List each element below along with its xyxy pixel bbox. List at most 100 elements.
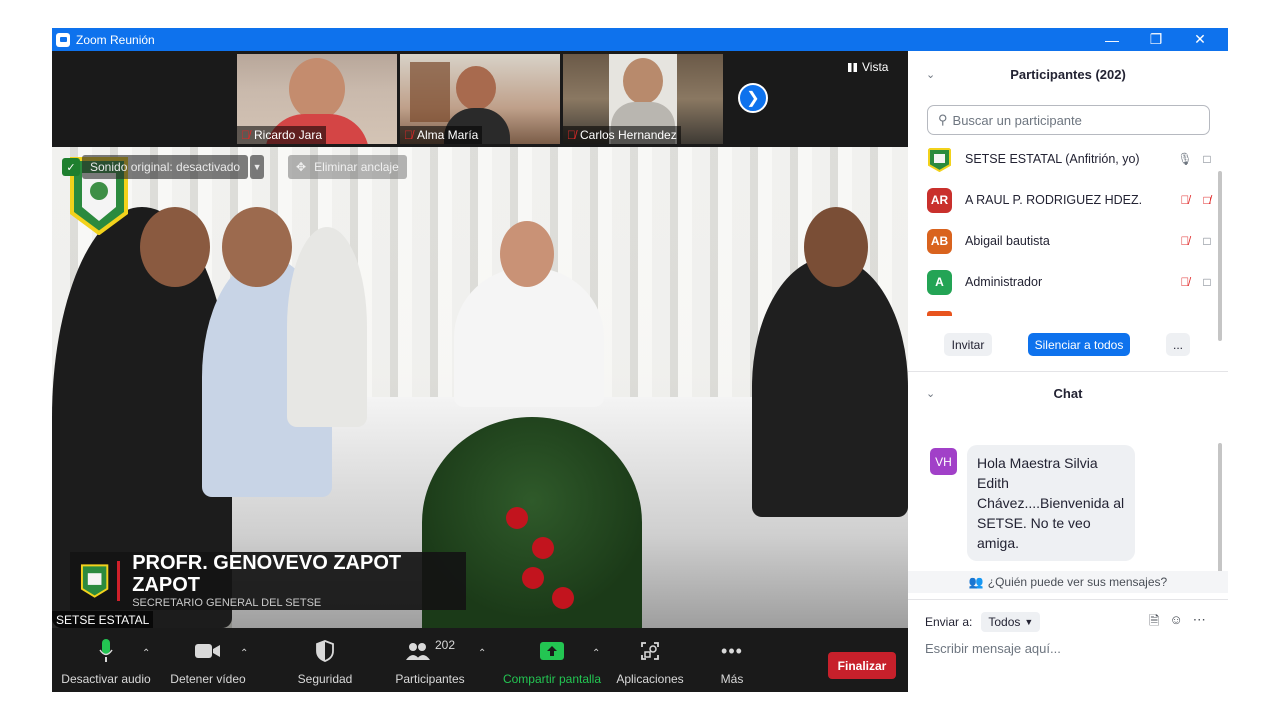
speaker-full-name: PROFR. GENOVEVO ZAPOT ZAPOT xyxy=(132,552,402,596)
restore-button[interactable]: ❐ xyxy=(1134,28,1178,51)
meeting-toolbar: Desactivar audio ⌃ Detener vídeo ⌃ Segur… xyxy=(52,628,908,692)
security-button[interactable]: Seguridad xyxy=(288,628,362,692)
emoji-icon[interactable]: ☺ xyxy=(1169,612,1182,634)
title-bar: Zoom Reunión — ❐ ✕ xyxy=(52,28,1228,51)
more-dots-icon[interactable]: ⋯ xyxy=(1193,612,1206,634)
ornament xyxy=(522,567,544,589)
microphone-icon: 🎙 xyxy=(1177,152,1193,166)
central-person-shirt xyxy=(454,267,604,407)
participants-options-caret[interactable]: ⌃ xyxy=(478,648,486,659)
participants-button[interactable]: 202 Participantes xyxy=(390,628,470,692)
speaker-role: SECRETARIO GENERAL DEL SETSE xyxy=(132,597,322,609)
apps-button[interactable]: Aplicaciones xyxy=(612,628,688,692)
chat-message-input[interactable]: Escribir mensaje aquí... xyxy=(925,641,1061,656)
share-screen-button[interactable]: Compartir pantalla xyxy=(498,628,606,692)
thumbnail-name-tag: 🎙̸ Alma María xyxy=(400,126,483,144)
apps-icon xyxy=(640,638,660,664)
mic-muted-icon: 🎙̸ xyxy=(567,128,576,142)
microphone-icon xyxy=(99,638,113,664)
unpin-button[interactable]: ✥ Eliminar anclaje xyxy=(288,155,407,179)
more-button[interactable]: ••• Más xyxy=(710,628,754,692)
gallery-strip: 🎙̸ Ricardo Jara 🎙̸ Alma María 🎙̸ Carlos Her… xyxy=(52,51,908,147)
mic-muted-icon: 🎙̸ xyxy=(1180,193,1190,207)
mute-all-button[interactable]: Silenciar a todos xyxy=(1028,333,1130,356)
participants-count: 202 xyxy=(434,638,456,652)
mic-muted-icon: 🎙̸ xyxy=(404,128,413,142)
setse-avatar-icon xyxy=(927,146,952,172)
camera-icon xyxy=(195,638,221,664)
view-button[interactable]: Vista xyxy=(848,60,888,74)
camera-icon: □ xyxy=(1203,275,1211,289)
people-lock-icon: 👥 xyxy=(968,575,984,589)
people-icon: 202 xyxy=(405,638,455,664)
participant-name: Abigail bautista xyxy=(965,234,1050,248)
stop-video-button[interactable]: Detener vídeo xyxy=(164,628,252,692)
lower-third-banner: PROFR. GENOVEVO ZAPOT ZAPOT SECRETARIO G… xyxy=(70,552,466,610)
person-right xyxy=(752,257,908,517)
camera-icon: □ xyxy=(1203,234,1211,248)
participant-row[interactable]: SETSE ESTATAL (Anfitrión, yo) 🎙 □ xyxy=(908,139,1218,179)
participant-face xyxy=(289,58,345,120)
camera-icon: □ xyxy=(1203,152,1211,166)
participant-face xyxy=(456,66,496,110)
shield-check-icon: ✓ xyxy=(62,158,80,176)
share-options-caret[interactable]: ⌃ xyxy=(592,648,600,659)
person-face xyxy=(140,207,210,287)
collapse-chat-chevron-icon[interactable]: ⌄ xyxy=(926,387,935,400)
collapse-participants-chevron-icon[interactable]: ⌄ xyxy=(926,68,935,81)
chat-sender-avatar: VH xyxy=(930,448,957,475)
participant-name: Administrador xyxy=(965,275,1043,289)
participant-avatar: AR xyxy=(927,187,952,213)
person-shirt xyxy=(287,227,367,427)
setse-badge-icon xyxy=(80,564,109,598)
speaker-name-tag: SETSE ESTATAL xyxy=(52,611,154,628)
zoom-app-icon xyxy=(56,32,70,47)
participant-avatar: AB xyxy=(927,228,952,254)
end-meeting-button[interactable]: Finalizar xyxy=(828,652,896,679)
participant-search-input[interactable]: ⚲ Buscar un participante xyxy=(927,105,1210,135)
original-sound-button[interactable]: Sonido original: desactivado xyxy=(82,155,249,179)
video-thumbnail[interactable]: 🎙̸ Alma María xyxy=(400,54,560,144)
original-sound-control: ✓ Sonido original: desactivado ▼ xyxy=(62,155,265,179)
participant-name: SETSE ESTATAL (Anfitrión, yo) xyxy=(965,152,1140,166)
ornament xyxy=(552,587,574,609)
video-thumbnail[interactable]: 🎙̸ Carlos Hernandez xyxy=(563,54,723,144)
chat-scrollbar[interactable] xyxy=(1218,443,1222,573)
zoom-window: Zoom Reunión — ❐ ✕ 🎙̸ Ricardo Jara 🎙̸ Alma… xyxy=(52,28,1228,692)
person-face xyxy=(222,207,292,287)
ornament xyxy=(506,507,528,529)
window-title: Zoom Reunión xyxy=(76,32,155,47)
video-options-caret[interactable]: ⌃ xyxy=(240,648,248,659)
message-visibility-link[interactable]: 👥 ¿Quién puede ver sus mensajes? xyxy=(908,571,1228,593)
camera-off-icon: □̸ xyxy=(1203,193,1211,207)
chevron-down-icon[interactable]: ▼ xyxy=(250,155,265,179)
send-to-row: Enviar a: Todos ▼ xyxy=(925,612,1041,632)
video-thumbnail[interactable]: 🎙̸ Ricardo Jara xyxy=(237,54,397,144)
lower-third-divider xyxy=(117,561,121,601)
side-panel: ⌄ Participantes (202) ⚲ Buscar un partic… xyxy=(908,51,1228,692)
more-dots-icon: ••• xyxy=(721,640,743,661)
composer-tools: 🗎 ☺ ⋯ xyxy=(1149,612,1206,634)
chevron-right-icon: ❯ xyxy=(746,90,760,107)
person-face xyxy=(804,207,868,287)
participants-scrollbar[interactable] xyxy=(1218,171,1222,341)
recipient-dropdown[interactable]: Todos ▼ xyxy=(981,612,1041,632)
minimize-button[interactable]: — xyxy=(1090,28,1134,51)
participant-row[interactable]: A Administrador 🎙̸ □ xyxy=(908,262,1218,302)
background-shelf xyxy=(410,62,450,122)
participant-row[interactable]: AR A RAUL P. RODRIGUEZ HDEZ. 🎙̸ □̸ xyxy=(908,180,1218,220)
mic-muted-icon: 🎙̸ xyxy=(1180,234,1190,248)
mic-muted-icon: 🎙̸ xyxy=(1180,275,1190,289)
close-button[interactable]: ✕ xyxy=(1178,28,1222,51)
main-video[interactable]: ✓ Sonido original: desactivado ▼ ✥ Elimin… xyxy=(52,147,908,628)
audio-options-caret[interactable]: ⌃ xyxy=(142,648,150,659)
file-icon[interactable]: 🗎 xyxy=(1149,612,1159,634)
invite-button[interactable]: Invitar xyxy=(944,333,992,356)
next-page-button[interactable]: ❯ xyxy=(738,83,768,113)
participant-row[interactable]: AB Abigail bautista 🎙̸ □ xyxy=(908,221,1218,261)
participants-header: ⌄ Participantes (202) xyxy=(926,66,1126,82)
mute-audio-button[interactable]: Desactivar audio xyxy=(60,628,152,692)
pin-icon: ✥ xyxy=(296,160,307,174)
thumbnail-name-tag: 🎙̸ Carlos Hernandez xyxy=(563,126,681,144)
more-options-button[interactable]: ... xyxy=(1166,333,1190,356)
